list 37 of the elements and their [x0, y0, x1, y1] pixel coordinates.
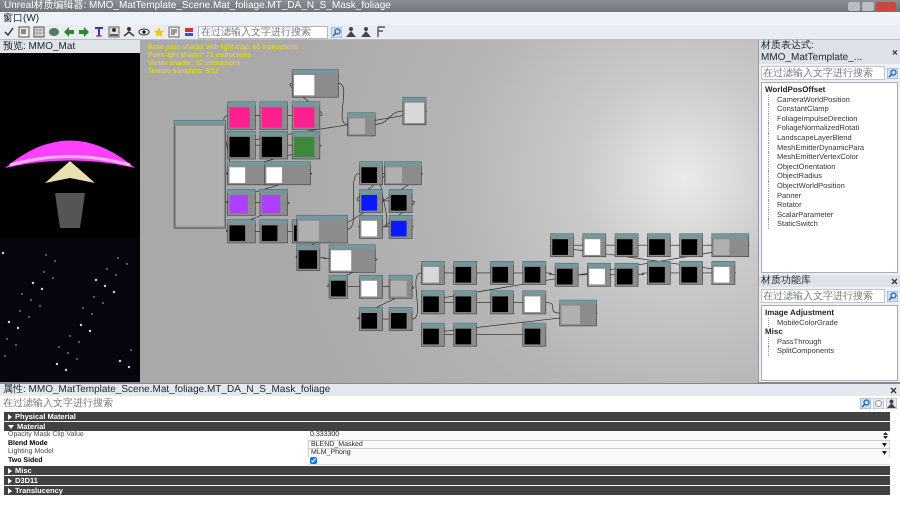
filter-field[interactable]: 在过滤输入文字进行搜索 [3, 397, 303, 410]
collapse-arrow-icon[interactable] [8, 424, 14, 428]
close-icon[interactable] [892, 48, 898, 56]
tree-group-label[interactable]: Image Adjustment [765, 308, 894, 318]
sphere-icon[interactable] [48, 26, 60, 38]
panel-title: 材质表达式: MMO_MatTemplate_... [761, 40, 864, 64]
grid-icon[interactable] [33, 26, 45, 38]
expand-arrow-icon[interactable] [8, 488, 12, 494]
star-icon[interactable] [153, 26, 165, 38]
arrow-right-icon[interactable] [78, 26, 90, 38]
search-field[interactable]: 在过滤输入文字进行搜索 [761, 289, 885, 303]
tree-group-label[interactable]: WorldPosOffset [765, 85, 894, 95]
search-icon[interactable] [860, 398, 871, 409]
preview-tab[interactable]: 预览: MMO_Mat [0, 40, 140, 53]
panel-title: 属性: MMO_MatTemplate_Scene.Mat_foliage.MT_DA_N_S_Mask_foliage [3, 384, 330, 396]
search-icon[interactable] [887, 290, 898, 302]
menu-item[interactable]: 窗口(W) [3, 13, 40, 24]
person-icon[interactable] [123, 26, 135, 38]
panel-title: 材质功能库 [761, 275, 811, 287]
search-icon[interactable] [887, 68, 898, 78]
close-icon[interactable] [891, 278, 898, 284]
person-icon[interactable] [360, 26, 372, 38]
square-icon[interactable] [18, 26, 30, 38]
check-icon[interactable] [3, 26, 15, 38]
search-icon[interactable] [331, 26, 342, 38]
eye-icon[interactable] [138, 26, 150, 38]
person-icon[interactable] [345, 26, 357, 38]
text-cursor-icon[interactable] [93, 26, 105, 38]
search-field[interactable]: 在过滤输入文字进行搜索 [761, 66, 885, 80]
spinner-icon[interactable] [883, 432, 888, 439]
tree-group-label[interactable]: Misc [765, 327, 894, 337]
person-icon[interactable] [886, 398, 897, 409]
close-icon[interactable] [890, 386, 897, 394]
window-title: Unreal材质编辑器: MMO_MatTemplate_Scene.Mat_foliage.MT_DA_N_S_Mask_foliage [4, 0, 391, 12]
checkbox[interactable] [310, 456, 317, 464]
document-icon[interactable] [168, 26, 180, 38]
arrow-left-icon[interactable] [63, 26, 75, 38]
